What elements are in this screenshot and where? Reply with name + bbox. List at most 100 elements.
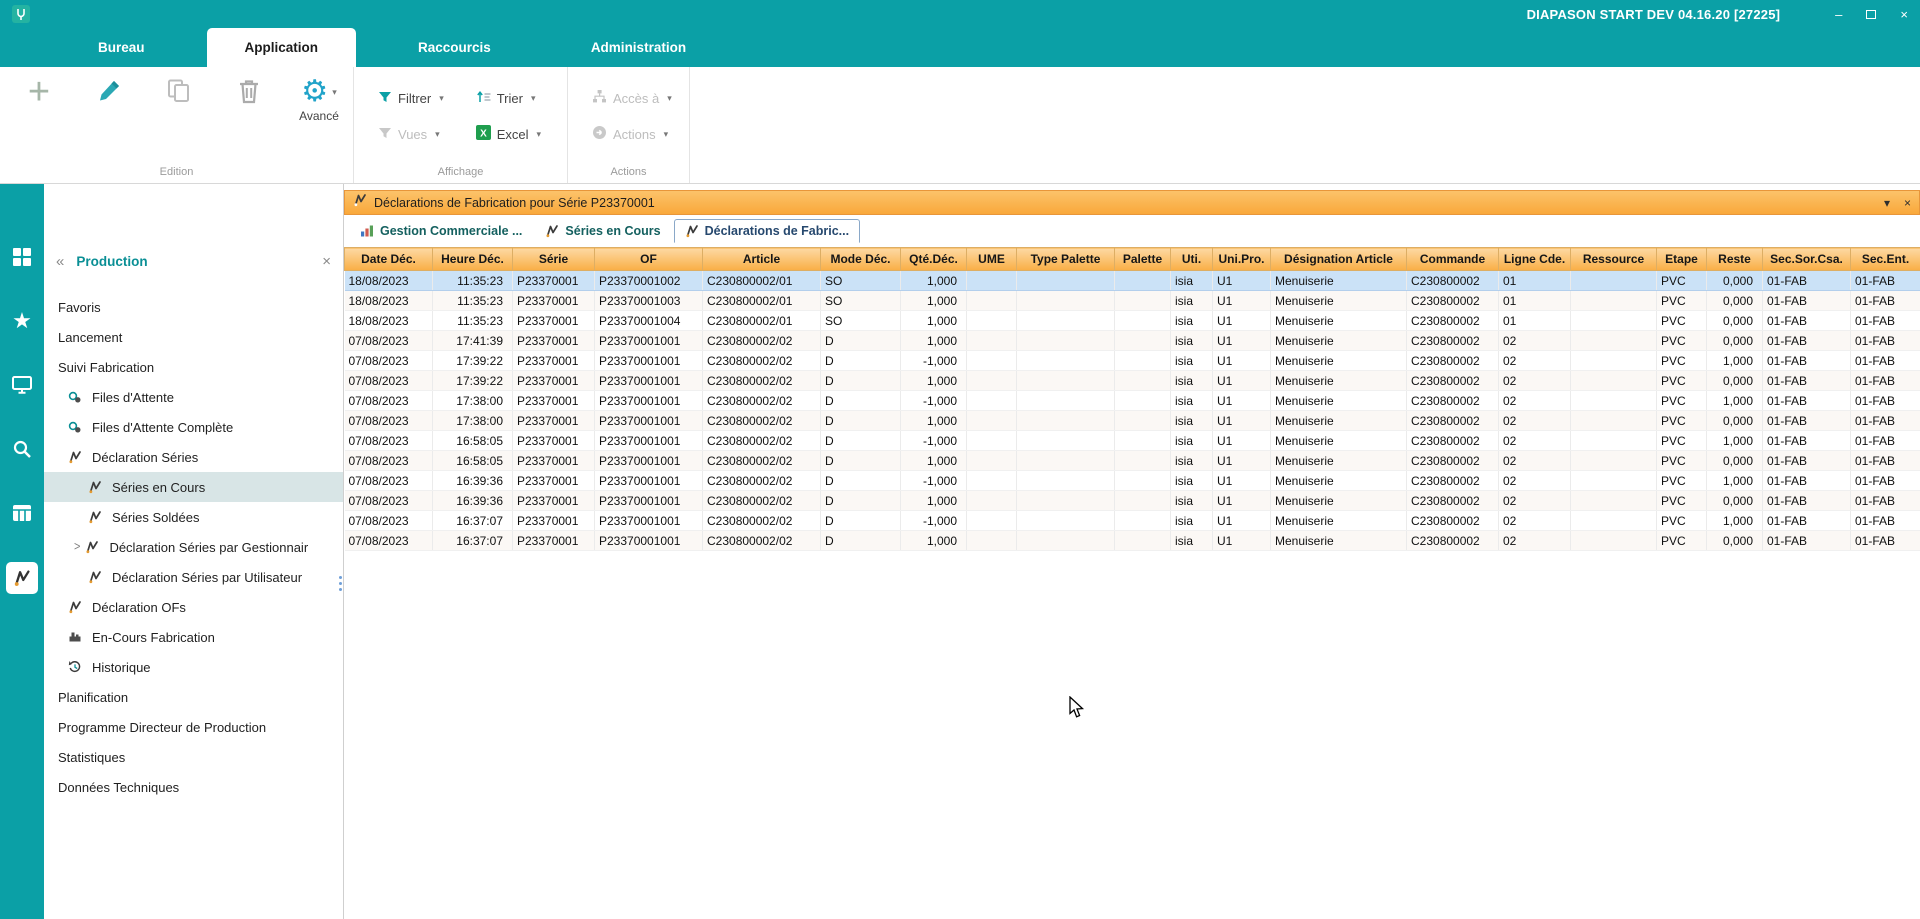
table-row[interactable]: 07/08/202316:39:36P23370001P23370001001C… xyxy=(345,491,1920,511)
column-header[interactable]: UME xyxy=(967,248,1017,271)
column-header[interactable]: Désignation Article xyxy=(1271,248,1407,271)
column-header[interactable]: Mode Déc. xyxy=(821,248,901,271)
edit-button[interactable] xyxy=(86,77,132,108)
table-row[interactable]: 07/08/202316:37:07P23370001P23370001001C… xyxy=(345,531,1920,551)
views-button[interactable]: Vues ▾ xyxy=(378,121,456,147)
menu-tab-application[interactable]: Application xyxy=(207,28,357,67)
column-header[interactable]: Série xyxy=(513,248,595,271)
table-row[interactable]: 18/08/202311:35:23P23370001P23370001003C… xyxy=(345,291,1920,311)
menu-tab-administration[interactable]: Administration xyxy=(553,28,724,67)
panel-resize-grip[interactable] xyxy=(339,576,342,591)
sort-button[interactable]: Trier ▾ xyxy=(476,85,553,111)
maximize-button[interactable] xyxy=(1866,10,1876,19)
table-row[interactable]: 07/08/202317:41:39P23370001P23370001001C… xyxy=(345,331,1920,351)
sidebar-item[interactable]: Historique xyxy=(44,652,343,682)
access-button[interactable]: Accès à ▾ xyxy=(592,85,675,111)
sidebar-item[interactable]: Déclaration Séries xyxy=(44,442,343,472)
table-row[interactable]: 07/08/202316:58:05P23370001P23370001001C… xyxy=(345,431,1920,451)
sidebar-item[interactable]: Programme Directeur de Production xyxy=(44,712,343,742)
column-header[interactable]: Type Palette xyxy=(1017,248,1115,271)
table-cell: 01-FAB xyxy=(1851,411,1920,431)
document-tab[interactable]: Séries en Cours xyxy=(535,219,670,243)
column-header[interactable]: Uni.Pro. xyxy=(1213,248,1271,271)
column-header[interactable]: Qté.Déc. xyxy=(901,248,967,271)
monitor-icon[interactable] xyxy=(7,370,37,400)
collapse-panel-icon[interactable]: « xyxy=(56,253,64,270)
trash-icon xyxy=(236,77,262,108)
document-tab[interactable]: Gestion Commerciale ... xyxy=(350,219,532,243)
sidebar-item[interactable]: Lancement xyxy=(44,322,343,352)
close-button[interactable]: × xyxy=(1900,7,1908,22)
column-header[interactable]: Palette xyxy=(1115,248,1171,271)
chevron-down-icon: ▾ xyxy=(664,129,669,140)
sidebar-item[interactable]: Statistiques xyxy=(44,742,343,772)
filter-button[interactable]: Filtrer ▾ xyxy=(378,85,456,111)
sidebar-item[interactable]: Séries Soldées xyxy=(44,502,343,532)
column-header[interactable]: Ligne Cde. xyxy=(1499,248,1571,271)
table-cell: 0,000 xyxy=(1707,331,1763,351)
column-header[interactable]: OF xyxy=(595,248,703,271)
column-header[interactable]: Date Déc. xyxy=(345,248,433,271)
table-header-row: Date Déc.Heure Déc.SérieOFArticleMode Dé… xyxy=(345,248,1920,271)
column-header[interactable]: Article xyxy=(703,248,821,271)
column-header[interactable]: Sec.Ent. xyxy=(1851,248,1920,271)
close-panel-icon[interactable]: × xyxy=(322,253,331,270)
sidebar-item[interactable]: Déclaration Séries par Utilisateur xyxy=(44,562,343,592)
delete-button[interactable] xyxy=(226,77,272,108)
sidebar-item[interactable]: En-Cours Fabrication xyxy=(44,622,343,652)
table-row[interactable]: 18/08/202311:35:23P23370001P23370001004C… xyxy=(345,311,1920,331)
sidebar-item[interactable]: Files d'Attente Complète xyxy=(44,412,343,442)
column-header[interactable]: Commande xyxy=(1407,248,1499,271)
minimize-button[interactable]: – xyxy=(1835,7,1842,22)
sidebar-item[interactable]: >Déclaration Séries par Gestionnair xyxy=(44,532,343,562)
column-header[interactable]: Uti. xyxy=(1171,248,1213,271)
production-module-icon[interactable] xyxy=(6,562,38,594)
menu-tab-raccourcis[interactable]: Raccourcis xyxy=(380,28,529,67)
advanced-button[interactable]: ⚙ ▾ Avancé xyxy=(296,77,342,123)
table-cell: C230800002 xyxy=(1407,331,1499,351)
search-icon[interactable] xyxy=(7,434,37,464)
sidebar-item[interactable]: Séries en Cours xyxy=(44,472,343,502)
table-row[interactable]: 07/08/202317:38:00P23370001P23370001001C… xyxy=(345,411,1920,431)
sidebar-item[interactable]: Files d'Attente xyxy=(44,382,343,412)
table-cell: C230800002/01 xyxy=(703,271,821,291)
modules-icon[interactable] xyxy=(7,242,37,272)
sidebar-item[interactable]: Déclaration OFs xyxy=(44,592,343,622)
copy-button[interactable] xyxy=(156,77,202,108)
table-row[interactable]: 07/08/202316:37:07P23370001P23370001001C… xyxy=(345,511,1920,531)
column-header[interactable]: Sec.Sor.Csa. xyxy=(1763,248,1851,271)
table-cell: 1,000 xyxy=(901,311,967,331)
column-header[interactable]: Ressource xyxy=(1571,248,1657,271)
machine-icon xyxy=(68,630,85,644)
table-cell xyxy=(1017,431,1115,451)
document-tab[interactable]: Déclarations de Fabric... xyxy=(674,219,861,243)
column-header[interactable]: Etape xyxy=(1657,248,1707,271)
column-header[interactable]: Heure Déc. xyxy=(433,248,513,271)
header-dropdown-icon[interactable]: ▾ xyxy=(1884,196,1890,210)
table-module-icon[interactable] xyxy=(7,498,37,528)
header-close-icon[interactable]: × xyxy=(1904,196,1911,210)
sidebar-item-label: Lancement xyxy=(58,330,122,345)
table-row[interactable]: 07/08/202317:39:22P23370001P23370001001C… xyxy=(345,351,1920,371)
pencil-icon xyxy=(95,77,123,108)
favorites-star-icon[interactable]: ★ xyxy=(7,306,37,336)
add-button[interactable]: + xyxy=(16,77,62,107)
sidebar-item[interactable]: Planification xyxy=(44,682,343,712)
table-cell: isia xyxy=(1171,391,1213,411)
table-cell: 17:39:22 xyxy=(433,371,513,391)
sidebar-item[interactable]: Favoris xyxy=(44,292,343,322)
menu-tab-bureau[interactable]: Bureau xyxy=(60,28,183,67)
sidebar-item[interactable]: Suivi Fabrication xyxy=(44,352,343,382)
table-row[interactable]: 07/08/202317:39:22P23370001P23370001001C… xyxy=(345,371,1920,391)
column-header[interactable]: Reste xyxy=(1707,248,1763,271)
sidebar-item[interactable]: Données Techniques xyxy=(44,772,343,802)
table-row[interactable]: 07/08/202316:39:36P23370001P23370001001C… xyxy=(345,471,1920,491)
table-cell: C230800002 xyxy=(1407,351,1499,371)
expand-chevron-icon[interactable]: > xyxy=(74,540,80,554)
excel-button[interactable]: X Excel ▾ xyxy=(476,121,553,147)
table-row[interactable]: 18/08/202311:35:23P23370001P23370001002C… xyxy=(345,271,1920,291)
table-row[interactable]: 07/08/202317:38:00P23370001P23370001001C… xyxy=(345,391,1920,411)
table-row[interactable]: 07/08/202316:58:05P23370001P23370001001C… xyxy=(345,451,1920,471)
actions-button[interactable]: Actions ▾ xyxy=(592,121,675,147)
chevron-down-icon: ▾ xyxy=(435,129,440,140)
